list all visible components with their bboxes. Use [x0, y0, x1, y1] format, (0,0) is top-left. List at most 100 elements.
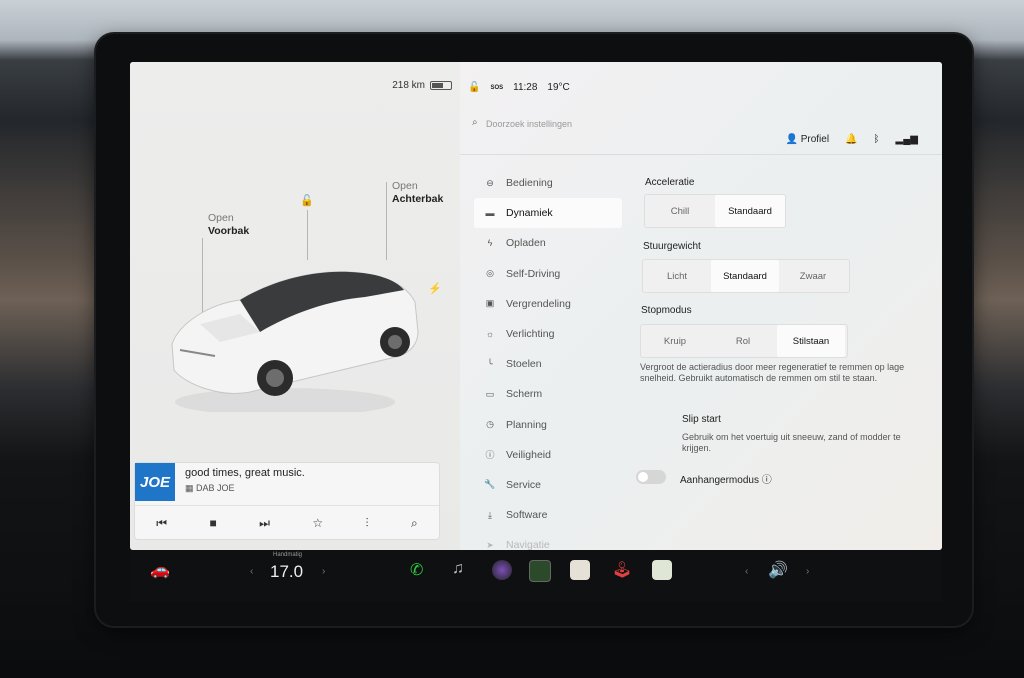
nav-label: Self-Driving [506, 267, 561, 280]
media-player: JOE good times, great music. ▦ DAB JOE ⏮… [134, 462, 440, 540]
favorite-icon[interactable]: ☆ [312, 516, 323, 530]
car-image [171, 271, 419, 412]
battery-icon [430, 81, 452, 90]
bottom-dock: 🚗 ‹ Handmatig 17.0 › ✆ ♫ 🕹 ‹ 🔊 › [130, 550, 942, 602]
settings-nav: ⊖ Bediening ▬ Dynamiek ϟ Opladen ◎ Self-Driv… [474, 168, 622, 550]
nav-item-stoelen[interactable]: ╰ Stoelen [474, 349, 622, 379]
sun-icon: ☼ [485, 329, 495, 340]
search-icon[interactable]: ⌕ [411, 516, 418, 531]
steering-option-licht[interactable]: Licht [643, 260, 711, 292]
steering-option-zwaar[interactable]: Zwaar [779, 260, 847, 292]
manual-icon[interactable] [652, 560, 672, 580]
stop-icon[interactable]: ■ [209, 516, 216, 530]
notes-icon[interactable] [570, 560, 590, 580]
bluetooth-icon[interactable]: ᛒ [874, 134, 880, 145]
steering-title: Stuurgewicht [643, 241, 701, 252]
unlock-icon[interactable]: 🔓 [300, 194, 314, 207]
nav-item-veiligheid[interactable]: ⓘ Veiligheid [474, 440, 622, 470]
steering-option-standaard[interactable]: Standaard [711, 260, 779, 292]
acceleration-title: Acceleratie [645, 177, 695, 188]
charge-port-icon[interactable]: ⚡ [428, 282, 442, 295]
seat-icon: ╰ [487, 358, 493, 369]
station-name: ▦ DAB JOE [185, 483, 235, 493]
volume-up-icon[interactable]: › [806, 566, 809, 577]
trunk-label[interactable]: Open Achterbak [392, 180, 443, 206]
nav-label: Veiligheid [506, 448, 551, 461]
nav-label: Service [506, 478, 542, 491]
volume-down-icon[interactable]: ‹ [745, 566, 748, 577]
clock: 11:28 [513, 82, 538, 93]
nav-item-software[interactable]: ⤓ Software [474, 500, 622, 530]
toggle-icon: ⊖ [486, 177, 494, 188]
car-icon[interactable]: 🚗 [150, 560, 170, 580]
music-icon[interactable]: ♫ [452, 560, 464, 578]
profile-button[interactable]: 👤 Profiel [785, 134, 829, 145]
nav-label: Scherm [506, 388, 543, 401]
nav-item-scherm[interactable]: ▭ Scherm [474, 379, 622, 409]
media-controls: ⏮ ■ ⏭ ☆ ⫶ ⌕ [135, 505, 439, 540]
nav-item-vergrendeling[interactable]: ▣ Vergrendeling [474, 289, 622, 319]
phone-icon[interactable]: ✆ [410, 560, 423, 580]
next-icon[interactable]: ⏭ [259, 516, 270, 531]
nav-item-service[interactable]: 🔧 Service [474, 470, 622, 500]
cabin-temperature[interactable]: 17.0 [270, 562, 303, 582]
nav-label: Software [506, 509, 548, 522]
slip-start-title[interactable]: Slip start [682, 414, 721, 425]
range-indicator: 218 km [392, 80, 452, 91]
profile-label: Profiel [800, 134, 830, 145]
signal-icon: ▂▄▆ [895, 134, 918, 145]
nav-item-verlichting[interactable]: ☼ Verlichting [474, 319, 622, 349]
nav-item-navigatie[interactable]: ➤ Navigatie [474, 530, 622, 550]
prev-icon[interactable]: ⏮ [156, 516, 167, 531]
notification-icon[interactable]: 🔔 [845, 134, 857, 145]
sos-badge: SOS [490, 84, 504, 91]
accel-option-chill[interactable]: Chill [645, 195, 715, 227]
navigation-icon: ➤ [486, 539, 494, 550]
download-icon: ⤓ [488, 509, 492, 520]
slip-start-description: Gebruik om het voertuig uit sneeuw, zand… [682, 432, 901, 453]
lock-status-icon[interactable]: 🔓 [468, 82, 480, 93]
song-title: good times, great music. [185, 467, 305, 479]
volume-icon[interactable]: 🔊 [768, 560, 788, 580]
stop-option-rol[interactable]: Rol [709, 325, 777, 357]
bolt-icon: ϟ [487, 238, 493, 249]
info-icon[interactable]: ⓘ [762, 475, 772, 486]
car-icon: ▬ [485, 208, 495, 219]
frunk-name: Voorbak [208, 225, 250, 237]
trailer-label-text: Aanhangermodus [680, 475, 759, 486]
temp-up-icon[interactable]: › [322, 566, 325, 577]
car-panel: 218 km Open Voorbak 🔓 Open Achterbak ⚡ J… [130, 62, 460, 550]
nav-label: Stoelen [506, 358, 542, 371]
stop-mode-title: Stopmodus [641, 305, 692, 316]
nav-item-dynamiek[interactable]: ▬ Dynamiek [474, 198, 622, 229]
accel-option-standaard[interactable]: Standaard [715, 195, 785, 227]
search-settings-icon: ⌕ [472, 117, 478, 128]
header-divider [460, 154, 942, 155]
stop-option-kruip[interactable]: Kruip [641, 325, 709, 357]
nav-item-opladen[interactable]: ϟ Opladen [474, 228, 622, 258]
trunk-line [386, 182, 387, 260]
touchscreen: 218 km Open Voorbak 🔓 Open Achterbak ⚡ J… [130, 62, 942, 550]
app-launcher-icon[interactable] [529, 560, 551, 582]
frunk-label[interactable]: Open Voorbak [208, 212, 249, 238]
clock-icon: ◷ [486, 419, 494, 430]
camera-icon[interactable] [492, 560, 512, 580]
lock-icon: ▣ [485, 298, 495, 309]
stop-option-stilstaan[interactable]: Stilstaan [777, 325, 845, 357]
nav-item-planning[interactable]: ◷ Planning [474, 410, 622, 440]
info-icon: ⓘ [485, 450, 495, 461]
display-icon: ▭ [485, 388, 495, 399]
joystick-icon[interactable]: 🕹 [612, 560, 632, 580]
nav-item-bediening[interactable]: ⊖ Bediening [474, 168, 622, 198]
settings-panel: 🔓 SOS 11:28 19°C ⌕ Doorzoek instellingen… [460, 62, 942, 550]
search-input[interactable]: Doorzoek instellingen [486, 119, 572, 129]
nav-label: Dynamiek [506, 207, 553, 220]
station-logo: JOE [135, 463, 175, 501]
nav-label: Bediening [506, 177, 553, 190]
trailer-mode-toggle[interactable] [636, 470, 666, 484]
wrench-icon: 🔧 [484, 479, 496, 490]
temp-down-icon[interactable]: ‹ [250, 566, 253, 577]
nav-item-self-driving[interactable]: ◎ Self-Driving [474, 259, 622, 289]
equalizer-icon[interactable]: ⫶ [366, 516, 369, 531]
nav-label: Navigatie [506, 539, 550, 550]
